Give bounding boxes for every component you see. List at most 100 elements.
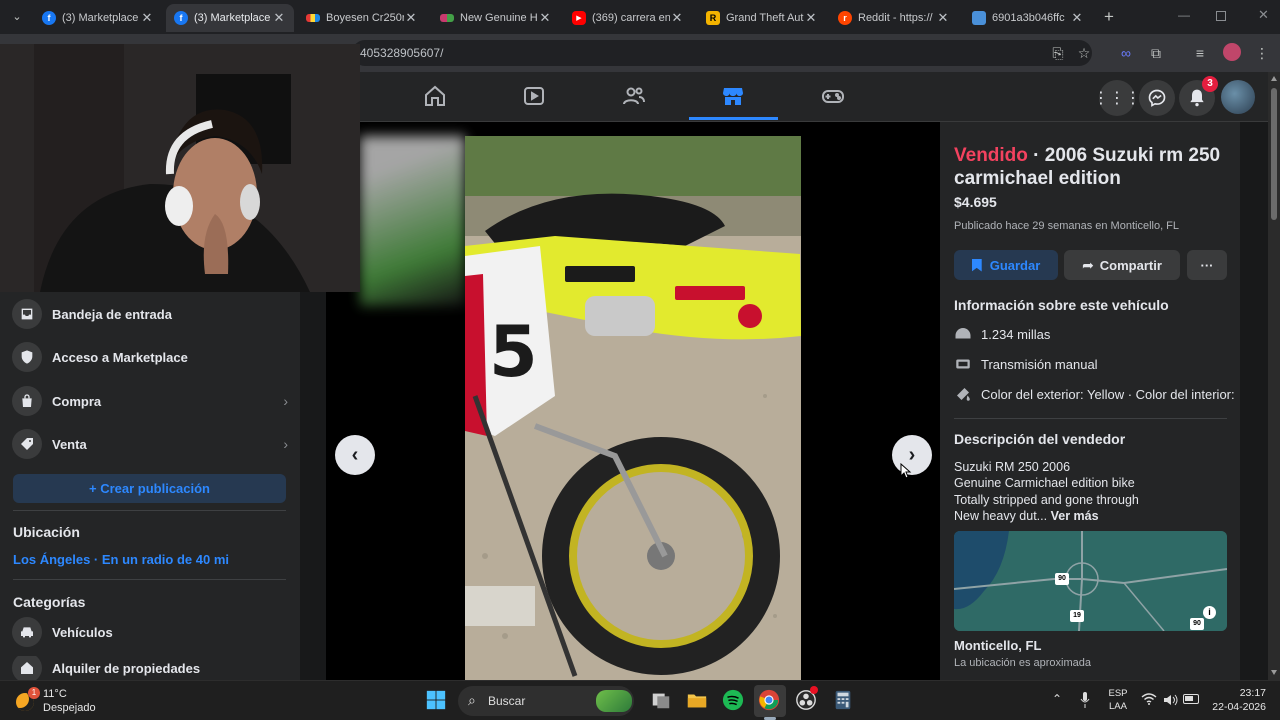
image-icon [972, 11, 986, 25]
install-app-icon[interactable]: ⎘ [1048, 43, 1068, 63]
minimize-window-icon[interactable]: — [1178, 8, 1192, 26]
puzzle-icon[interactable]: ⧉ [1146, 43, 1166, 63]
friends-icon[interactable] [622, 84, 646, 108]
media-controls-icon[interactable]: ≡ [1190, 43, 1210, 63]
paint-icon [957, 388, 970, 401]
location-map[interactable]: 90 19 90 i [954, 531, 1227, 631]
extension-icon[interactable]: ∞ [1116, 43, 1136, 63]
listing-title: Vendido · 2006 Suzuki rm 250 carmichael … [954, 144, 1224, 190]
browser-tab[interactable]: ▶ (369) carrera enc ✕ [564, 4, 692, 32]
scroll-up-arrow-icon[interactable] [1271, 76, 1277, 81]
menu-grid-button[interactable]: ⋮⋮⋮ [1093, 80, 1141, 116]
active-tab-indicator [689, 117, 778, 120]
search-icon: ⌕ [468, 692, 476, 708]
category-item-rentals[interactable]: Alquiler de propiedades [12, 656, 288, 680]
profile-avatar[interactable] [1223, 43, 1241, 61]
clock[interactable]: 23:17 22-04-2026 [1206, 686, 1266, 714]
video-icon[interactable] [522, 84, 546, 108]
address-bar[interactable]: 405328905607/ [352, 40, 1092, 66]
listing-details-panel: Vendido · 2006 Suzuki rm 250 carmichael … [940, 122, 1240, 680]
save-button[interactable]: Guardar [954, 250, 1058, 280]
create-listing-button[interactable]: + Crear publicación [13, 474, 286, 503]
windows-start-icon[interactable] [425, 689, 449, 713]
marketplace-icon[interactable] [721, 84, 745, 108]
sidebar-item-buy[interactable]: Compra › [12, 381, 288, 421]
motorcycle-photo: 5 [465, 136, 801, 680]
tab-close-icon[interactable]: ✕ [936, 10, 950, 26]
bookmark-star-icon[interactable]: ☆ [1074, 43, 1094, 63]
chevron-right-icon: › [283, 436, 288, 452]
sidebar-item-label: Bandeja de entrada [52, 306, 172, 322]
colors-text: Color del exterior: Yellow · Color del i… [981, 386, 1234, 402]
see-more-link[interactable]: Ver más [1051, 509, 1099, 523]
browser-tab[interactable]: R Grand Theft Auto ✕ [698, 4, 826, 32]
menu-kebab-icon[interactable]: ⋮ [1252, 43, 1272, 63]
sidebar-item-sell[interactable]: Venta › [12, 424, 288, 464]
listing-price: $4.695 [954, 194, 997, 210]
weather-temp: 11°C [43, 688, 67, 700]
task-view-icon[interactable] [650, 689, 674, 713]
keyboard-layout: LAA [1109, 701, 1127, 712]
browser-tab[interactable]: 6901a3b046ffc ✕ [964, 4, 1092, 32]
tab-search-button[interactable]: ⌄ [8, 8, 26, 26]
chrome-icon[interactable] [758, 689, 782, 713]
home-icon[interactable] [423, 84, 447, 108]
next-photo-button[interactable]: › [892, 435, 932, 475]
taskbar-search-box[interactable]: ⌕ Buscar [458, 686, 634, 716]
transmission-text: Transmisión manual [981, 356, 1098, 372]
share-icon: ➦ [1082, 256, 1094, 273]
highway-shield: 19 [1070, 610, 1084, 622]
facebook-icon: f [174, 11, 188, 25]
close-window-icon[interactable]: ✕ [1258, 7, 1272, 25]
page-scrollbar[interactable] [1268, 72, 1280, 680]
weather-widget[interactable]: 1 11°C Despejado [16, 685, 136, 717]
location-filter-link[interactable]: Los Ángeles · En un radio de 40 mi [13, 552, 229, 567]
tab-close-icon[interactable]: ✕ [1070, 10, 1084, 26]
gaming-icon[interactable] [821, 84, 845, 108]
tab-close-icon[interactable]: ✕ [670, 10, 684, 26]
account-avatar[interactable] [1221, 80, 1255, 114]
browser-tab[interactable]: New Genuine Ho ✕ [432, 4, 560, 32]
wifi-icon[interactable] [1141, 693, 1157, 708]
tab-close-icon[interactable]: ✕ [538, 10, 552, 26]
description-line: Genuine Carmichael edition bike [954, 476, 1135, 490]
tab-close-icon[interactable]: ✕ [804, 10, 818, 26]
scroll-down-arrow-icon[interactable] [1271, 670, 1277, 675]
tab-title: Boyesen Cr250r [326, 12, 404, 24]
sidebar-item-inbox[interactable]: Bandeja de entrada [12, 294, 288, 334]
map-graphic [954, 531, 1227, 631]
language-indicator[interactable]: ESP LAA [1108, 687, 1128, 713]
sidebar-item-access[interactable]: Acceso a Marketplace [12, 337, 288, 377]
battery-icon[interactable] [1183, 694, 1199, 704]
previous-photo-button[interactable]: ‹ [335, 435, 375, 475]
grid-icon: ⋮⋮⋮ [1093, 90, 1141, 107]
spotify-icon[interactable] [722, 689, 746, 713]
volume-icon[interactable] [1163, 693, 1179, 711]
map-info-icon[interactable]: i [1203, 606, 1216, 619]
tab-title: (3) Marketplace [194, 12, 271, 24]
category-item-vehicles[interactable]: Vehículos [12, 612, 288, 652]
browser-tab-active[interactable]: f (3) Marketplace ✕ [166, 4, 294, 32]
more-options-button[interactable]: ··· [1187, 250, 1227, 280]
microphone-icon[interactable] [1080, 692, 1090, 708]
svg-text:5: 5 [489, 311, 538, 393]
browser-tab[interactable]: r Reddit - https:// ✕ [830, 4, 958, 32]
share-button[interactable]: ➦ Compartir [1064, 250, 1180, 280]
new-tab-plus-icon[interactable]: + [1100, 8, 1118, 26]
browser-tab[interactable]: f (3) Marketplace ✕ [34, 4, 162, 32]
messenger-button[interactable] [1139, 80, 1175, 116]
show-hidden-icons-chevron-icon[interactable]: ⌃ [1052, 692, 1062, 706]
maximize-window-icon[interactable] [1216, 11, 1226, 21]
tab-close-icon[interactable]: ✕ [404, 10, 418, 26]
file-explorer-icon[interactable] [686, 689, 710, 713]
listing-photo[interactable]: 5 [465, 136, 801, 680]
tab-close-icon[interactable]: ✕ [272, 10, 286, 26]
car-icon [12, 617, 42, 647]
clock-time: 23:17 [1239, 687, 1266, 699]
scrollbar-thumb[interactable] [1271, 88, 1277, 220]
bell-icon [1190, 89, 1204, 107]
obs-recording-icon[interactable] [795, 686, 819, 713]
browser-tab[interactable]: Boyesen Cr250r ✕ [298, 4, 426, 32]
calculator-icon[interactable] [832, 689, 856, 713]
tab-close-icon[interactable]: ✕ [140, 10, 154, 26]
